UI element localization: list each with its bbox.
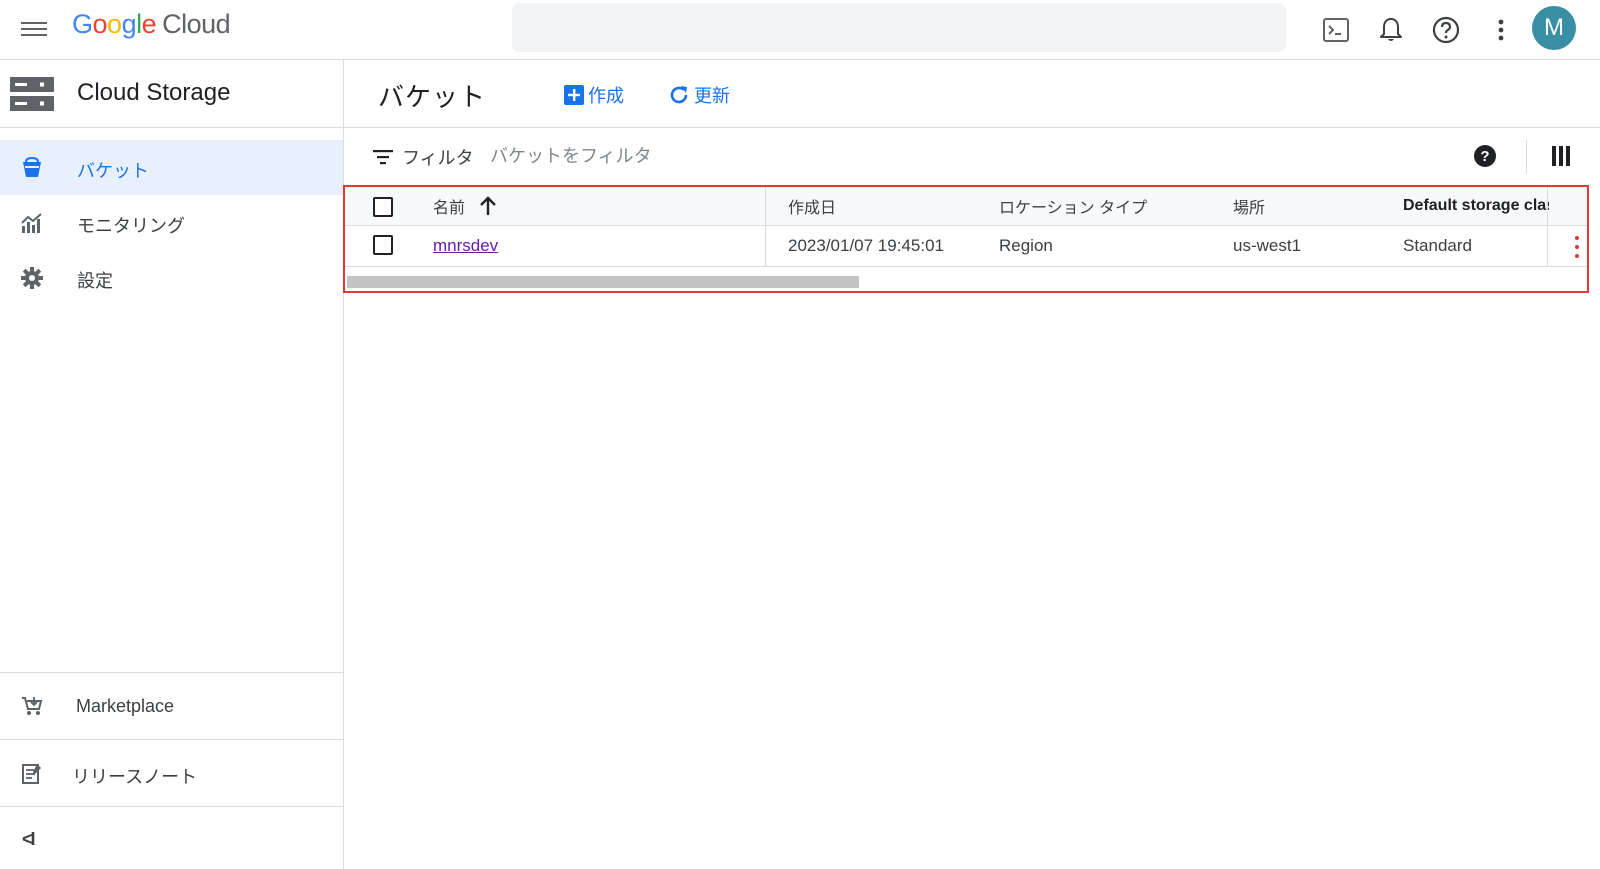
more-vert-icon[interactable] [1485,14,1517,46]
column-separator [765,187,766,225]
bucket-icon [21,156,43,179]
bucket-filter-input[interactable] [490,142,1190,170]
sidebar-item-label: バケット [77,161,149,181]
top-bar: Google Cloud M [0,0,1600,60]
sidebar-item-settings[interactable]: 設定 [0,250,343,305]
column-header-storage-class[interactable]: Default storage clas [1403,187,1549,225]
row-more-vert-icon[interactable] [1573,236,1581,258]
marketplace-cart-icon [21,695,43,717]
bucket-name-cell: mnrsdev [433,226,753,266]
refresh-icon [670,86,688,104]
bucket-table: 名前 作成日 ロケーション タイプ 場所 Default storage cla… [343,185,1589,293]
sidebar-item-marketplace[interactable]: Marketplace [0,673,343,739]
sort-ascending-arrow-icon [480,196,496,215]
refresh-button[interactable]: 更新 [668,82,730,108]
product-header: Cloud Storage [0,60,343,128]
account-avatar[interactable]: M [1532,6,1576,50]
location-type-cell: Region [999,236,1053,255]
cloud-shell-icon[interactable] [1320,14,1352,46]
sidebar-item-buckets[interactable]: バケット [0,140,343,195]
page-header: バケット 作成 更新 [344,60,1600,128]
help-icon[interactable] [1430,14,1462,46]
page-title: バケット [378,82,487,112]
release-notes-icon [21,762,43,784]
table-header-row: 名前 作成日 ロケーション タイプ 場所 Default storage cla… [345,187,1587,226]
add-box-icon [564,85,584,105]
help-icon[interactable]: ? [1474,145,1496,167]
create-button[interactable]: 作成 [564,82,624,108]
location-cell: us-west1 [1233,236,1302,255]
sidebar-item-label: リリースノート [72,767,198,787]
monitoring-chart-icon [21,212,43,234]
filter-list-icon[interactable] [372,148,394,166]
filter-label: フィルタ [402,148,474,168]
select-all-checkbox[interactable] [373,197,393,217]
column-separator [1547,226,1548,266]
toolbar-divider [1526,140,1527,174]
column-header-name[interactable]: 名前 [433,187,763,225]
column-header-location[interactable]: 場所 [1233,187,1393,225]
column-header-created[interactable]: 作成日 [788,187,988,225]
sidebar-collapse-button[interactable]: <I [0,807,343,869]
column-header-location-type[interactable]: ロケーション タイプ [999,187,1219,225]
sidebar-item-label: モニタリング [77,216,185,236]
main-content: バケット 作成 更新 フィルタ ? [343,60,1600,869]
refresh-button-label: 更新 [694,86,730,106]
storage-class-cell: Standard [1403,236,1472,255]
column-separator [765,226,766,266]
product-title: Cloud Storage [77,79,231,106]
filter-bar: フィルタ ? [344,128,1600,185]
gear-icon [21,267,43,289]
search-input[interactable] [512,3,1286,52]
google-cloud-logo[interactable]: Google Cloud [72,9,231,40]
row-checkbox[interactable] [373,235,393,255]
sidebar-item-release-notes[interactable]: リリースノート [0,740,343,806]
sidebar-item-label: 設定 [77,271,113,291]
bucket-name-link[interactable]: mnrsdev [433,236,498,256]
horizontal-scrollbar[interactable] [347,276,859,288]
cloud-storage-icon [10,77,54,111]
main-menu-icon[interactable] [18,17,50,43]
column-display-icon[interactable] [1552,146,1572,166]
column-separator [1547,187,1548,225]
column-header-label: 名前 [433,200,466,217]
collapse-icon: <I [22,829,35,849]
notifications-bell-icon[interactable] [1375,14,1407,46]
create-button-label: 作成 [588,86,624,106]
created-date-cell: 2023/01/07 19:45:01 [788,236,944,255]
sidebar-item-monitoring[interactable]: モニタリング [0,195,343,250]
sidebar: Cloud Storage バケット モニタリング 設定 Marketplace… [0,60,344,869]
table-row: mnrsdev 2023/01/07 19:45:01 Region us-we… [345,226,1587,267]
sidebar-item-label: Marketplace [76,696,175,716]
